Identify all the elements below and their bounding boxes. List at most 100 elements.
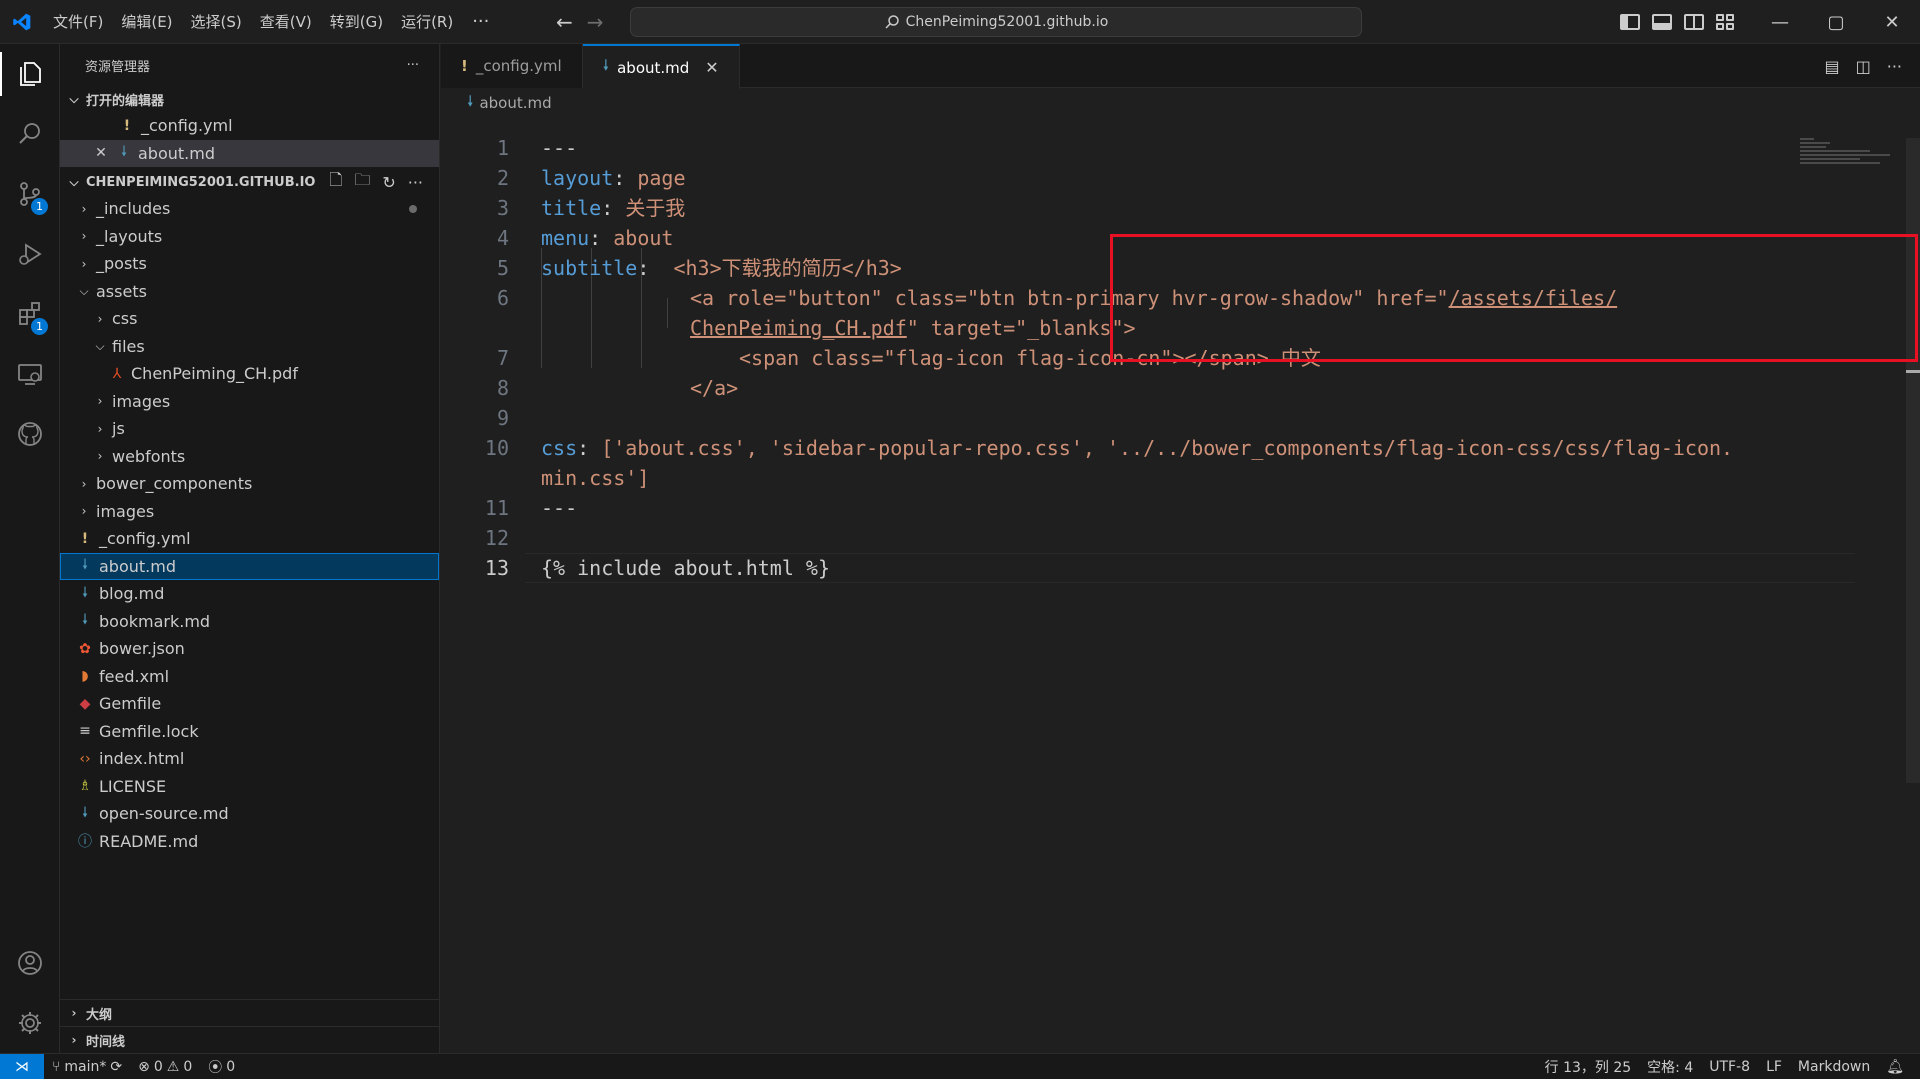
tree-folder[interactable]: ⌵ assets	[60, 278, 439, 306]
outline-header[interactable]: › 大纲	[60, 999, 440, 1026]
accounts-icon[interactable]	[0, 933, 60, 993]
forward-arrow-icon[interactable]: →	[587, 10, 604, 34]
menu-view[interactable]: 查看(V)	[251, 0, 321, 44]
tree-item-label: open-source.md	[99, 804, 229, 824]
menu-file[interactable]: 文件(F)	[44, 0, 112, 44]
open-editor-item[interactable]: ! _config.yml	[60, 112, 439, 140]
tree-file[interactable]: ♗ LICENSE	[60, 773, 439, 801]
new-file-icon[interactable]: 🗋	[329, 169, 342, 196]
source-control-icon[interactable]: 1	[0, 164, 60, 224]
github-icon[interactable]	[0, 404, 60, 464]
editor-more-icon[interactable]: ···	[1887, 57, 1902, 76]
tree-folder[interactable]: › css	[60, 305, 439, 333]
maximize-icon[interactable]: ▢	[1808, 0, 1864, 44]
sidebar-more-icon[interactable]: ···	[407, 58, 419, 73]
chevron-right-icon: ›	[81, 504, 87, 519]
title-bar: 文件(F) 编辑(E) 选择(S) 查看(V) 转到(G) 运行(R) ··· …	[0, 0, 1920, 44]
toggle-panel-icon[interactable]	[1652, 14, 1672, 30]
extensions-icon[interactable]: 1	[0, 284, 60, 344]
chevron-down-icon: ⌵	[69, 91, 79, 106]
breadcrumb-file[interactable]: about.md	[479, 94, 551, 112]
close-icon[interactable]: ✕	[92, 145, 110, 161]
close-window-icon[interactable]: ✕	[1864, 0, 1920, 44]
tree-file[interactable]: ! _config.yml	[60, 525, 439, 553]
chevron-right-icon: ›	[97, 311, 103, 326]
chevron-right-icon: ›	[81, 229, 87, 244]
refresh-icon[interactable]: ↻	[382, 173, 395, 192]
toggle-secondary-sidebar-icon[interactable]	[1684, 14, 1704, 30]
tab-config-yml[interactable]: ! _config.yml	[441, 44, 583, 88]
settings-gear-icon[interactable]	[0, 993, 60, 1053]
gem-icon: ◆	[79, 695, 91, 712]
back-arrow-icon[interactable]: ←	[556, 10, 573, 34]
tree-folder[interactable]: › bower_components	[60, 470, 439, 498]
tree-folder[interactable]: › _layouts	[60, 223, 439, 251]
indentation[interactable]: 空格: 4	[1639, 1057, 1701, 1077]
tree-folder[interactable]: › js	[60, 415, 439, 443]
tree-folder[interactable]: › webfonts	[60, 443, 439, 471]
remote-indicator-icon[interactable]: ⋊	[0, 1053, 44, 1079]
menu-more-icon[interactable]: ···	[462, 11, 499, 32]
tab-about-md[interactable]: 🠗 about.md ✕	[582, 44, 740, 89]
tree-file[interactable]: 🠗 bookmark.md	[60, 608, 439, 636]
tree-folder[interactable]: › _posts	[60, 250, 439, 278]
tree-file[interactable]: ⓘ README.md	[60, 828, 439, 856]
open-editors-header[interactable]: ⌵ 打开的编辑器	[60, 86, 439, 112]
tree-folder[interactable]: ⌵ files	[60, 333, 439, 361]
tree-file[interactable]: 🠗 open-source.md	[60, 800, 439, 828]
chevron-down-icon: ⌵	[95, 338, 105, 353]
cursor-overview-mark	[1906, 370, 1920, 373]
timeline-header[interactable]: › 时间线	[60, 1026, 440, 1053]
menu-go[interactable]: 转到(G)	[321, 0, 392, 44]
open-editors-title: 打开的编辑器	[86, 93, 165, 109]
yaml-key: title	[541, 196, 602, 220]
tree-item-label: js	[112, 419, 125, 439]
tree-file[interactable]: 🠗 about.md	[60, 552, 439, 580]
yaml-icon: !	[81, 530, 89, 547]
open-editor-item[interactable]: ✕ 🠗 about.md	[60, 139, 439, 167]
editor-area: ! _config.yml 🠗 about.md ✕ ▤ ◫ ··· 🠗 abo…	[441, 44, 1920, 1053]
tree-file[interactable]: ‹› index.html	[60, 745, 439, 773]
close-tab-icon[interactable]: ✕	[705, 58, 718, 77]
tree-folder[interactable]: › images	[60, 498, 439, 526]
new-folder-icon[interactable]: 🗀	[354, 169, 370, 196]
branch-indicator[interactable]: ⑂ main* ⟳	[44, 1059, 130, 1075]
workspace-folder-header[interactable]: ⌵ CHENPEIMING52001.GITHUB.IO 🗋 🗀 ↻ ···	[60, 169, 439, 195]
language-mode[interactable]: Markdown	[1790, 1059, 1878, 1075]
encoding[interactable]: UTF-8	[1701, 1059, 1758, 1075]
ports-indicator[interactable]: ⦿ 0	[200, 1057, 243, 1077]
more-icon[interactable]: ···	[408, 173, 423, 192]
open-preview-icon[interactable]: ▤	[1824, 57, 1839, 76]
customize-layout-icon[interactable]	[1716, 14, 1736, 30]
tree-item-label: README.md	[99, 831, 199, 851]
tree-file[interactable]: ✿ bower.json	[60, 635, 439, 663]
menu-run[interactable]: 运行(R)	[392, 0, 462, 44]
tree-folder[interactable]: › _includes	[60, 195, 439, 223]
tab-label: _config.yml	[475, 57, 562, 75]
tree-file[interactable]: 🠗 blog.md	[60, 580, 439, 608]
tree-file[interactable]: ≡ Gemfile.lock	[60, 718, 439, 746]
code-line: 10 css: ['about.css', 'sidebar-popular-r…	[441, 433, 1841, 463]
menu-selection[interactable]: 选择(S)	[182, 0, 251, 44]
end-of-line[interactable]: LF	[1758, 1059, 1790, 1075]
toggle-primary-sidebar-icon[interactable]	[1620, 14, 1640, 30]
remote-explorer-icon[interactable]	[0, 344, 60, 404]
tree-folder[interactable]: › images	[60, 388, 439, 416]
search-view-icon[interactable]	[0, 104, 60, 164]
problems-indicator[interactable]: ⊗ 0 ⚠ 0	[130, 1059, 200, 1075]
run-debug-icon[interactable]	[0, 224, 60, 284]
tree-file[interactable]: ◗ feed.xml	[60, 663, 439, 691]
split-editor-icon[interactable]: ◫	[1856, 57, 1871, 76]
sync-icon[interactable]: ⟳	[110, 1059, 122, 1075]
link-path[interactable]: ChenPeiming_CH.pdf	[690, 316, 907, 340]
tree-file[interactable]: ⅄ ChenPeiming_CH.pdf	[60, 360, 439, 388]
explorer-icon[interactable]	[0, 44, 60, 104]
command-center-search[interactable]: ChenPeiming52001.github.io	[630, 7, 1362, 37]
minimize-icon[interactable]: —	[1752, 0, 1808, 44]
menu-edit[interactable]: 编辑(E)	[112, 0, 181, 44]
notifications-bell-icon[interactable]: 🔔︎	[1878, 1059, 1912, 1075]
cursor-position[interactable]: 行 13，列 25	[1537, 1057, 1640, 1077]
minimap[interactable]	[1800, 138, 1900, 178]
line-number: 8	[496, 376, 509, 400]
tree-file[interactable]: ◆ Gemfile	[60, 690, 439, 718]
